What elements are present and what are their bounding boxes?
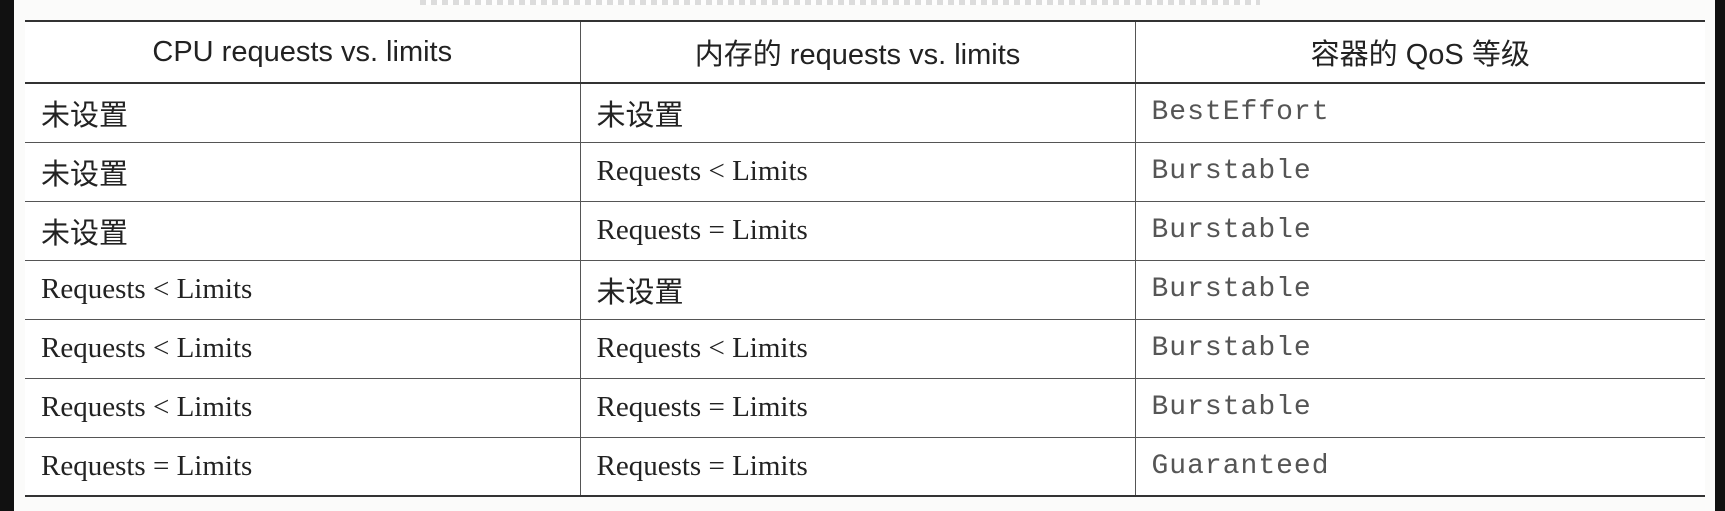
right-frame-border [1715, 0, 1725, 511]
cell-memory: Requests < Limits [579, 318, 1136, 379]
table-row: Requests = Limits Requests = Limits Guar… [25, 436, 1705, 497]
table-row: 未设置 Requests = Limits Burstable [25, 200, 1705, 261]
qos-table: CPU requests vs. limits 内存的 requests vs.… [25, 20, 1705, 497]
cell-qos: Burstable [1134, 200, 1705, 261]
cell-memory: Requests = Limits [579, 377, 1136, 438]
cell-qos: Burstable [1134, 318, 1705, 379]
table-row: 未设置 未设置 BestEffort [25, 82, 1705, 143]
cell-qos: Burstable [1134, 141, 1705, 202]
left-frame-border [0, 0, 14, 511]
cell-cpu: 未设置 [25, 200, 581, 261]
cell-qos: Burstable [1134, 259, 1705, 320]
cell-cpu: Requests = Limits [25, 436, 581, 497]
cell-memory: 未设置 [579, 259, 1136, 320]
cell-cpu: 未设置 [25, 141, 581, 202]
header-memory: 内存的 requests vs. limits [579, 20, 1136, 84]
header-row: CPU requests vs. limits 内存的 requests vs.… [25, 20, 1705, 84]
cell-cpu: Requests < Limits [25, 318, 581, 379]
table-row: Requests < Limits 未设置 Burstable [25, 259, 1705, 320]
cell-qos: Burstable [1134, 377, 1705, 438]
table-body: 未设置 未设置 BestEffort 未设置 Requests < Limits… [25, 82, 1705, 497]
header-cpu: CPU requests vs. limits [25, 20, 581, 84]
table-row: Requests < Limits Requests < Limits Burs… [25, 318, 1705, 379]
cell-memory: 未设置 [579, 82, 1136, 143]
cell-cpu: Requests < Limits [25, 377, 581, 438]
cell-qos: Guaranteed [1134, 436, 1705, 497]
header-qos: 容器的 QoS 等级 [1134, 20, 1705, 84]
cell-cpu: Requests < Limits [25, 259, 581, 320]
cell-cpu: 未设置 [25, 82, 581, 143]
table-header: CPU requests vs. limits 内存的 requests vs.… [25, 20, 1705, 84]
table-row: 未设置 Requests < Limits Burstable [25, 141, 1705, 202]
cell-qos: BestEffort [1134, 82, 1705, 143]
top-cropped-strip [420, 0, 1260, 5]
table-row: Requests < Limits Requests = Limits Burs… [25, 377, 1705, 438]
cell-memory: Requests = Limits [579, 200, 1136, 261]
cell-memory: Requests < Limits [579, 141, 1136, 202]
cell-memory: Requests = Limits [579, 436, 1136, 497]
